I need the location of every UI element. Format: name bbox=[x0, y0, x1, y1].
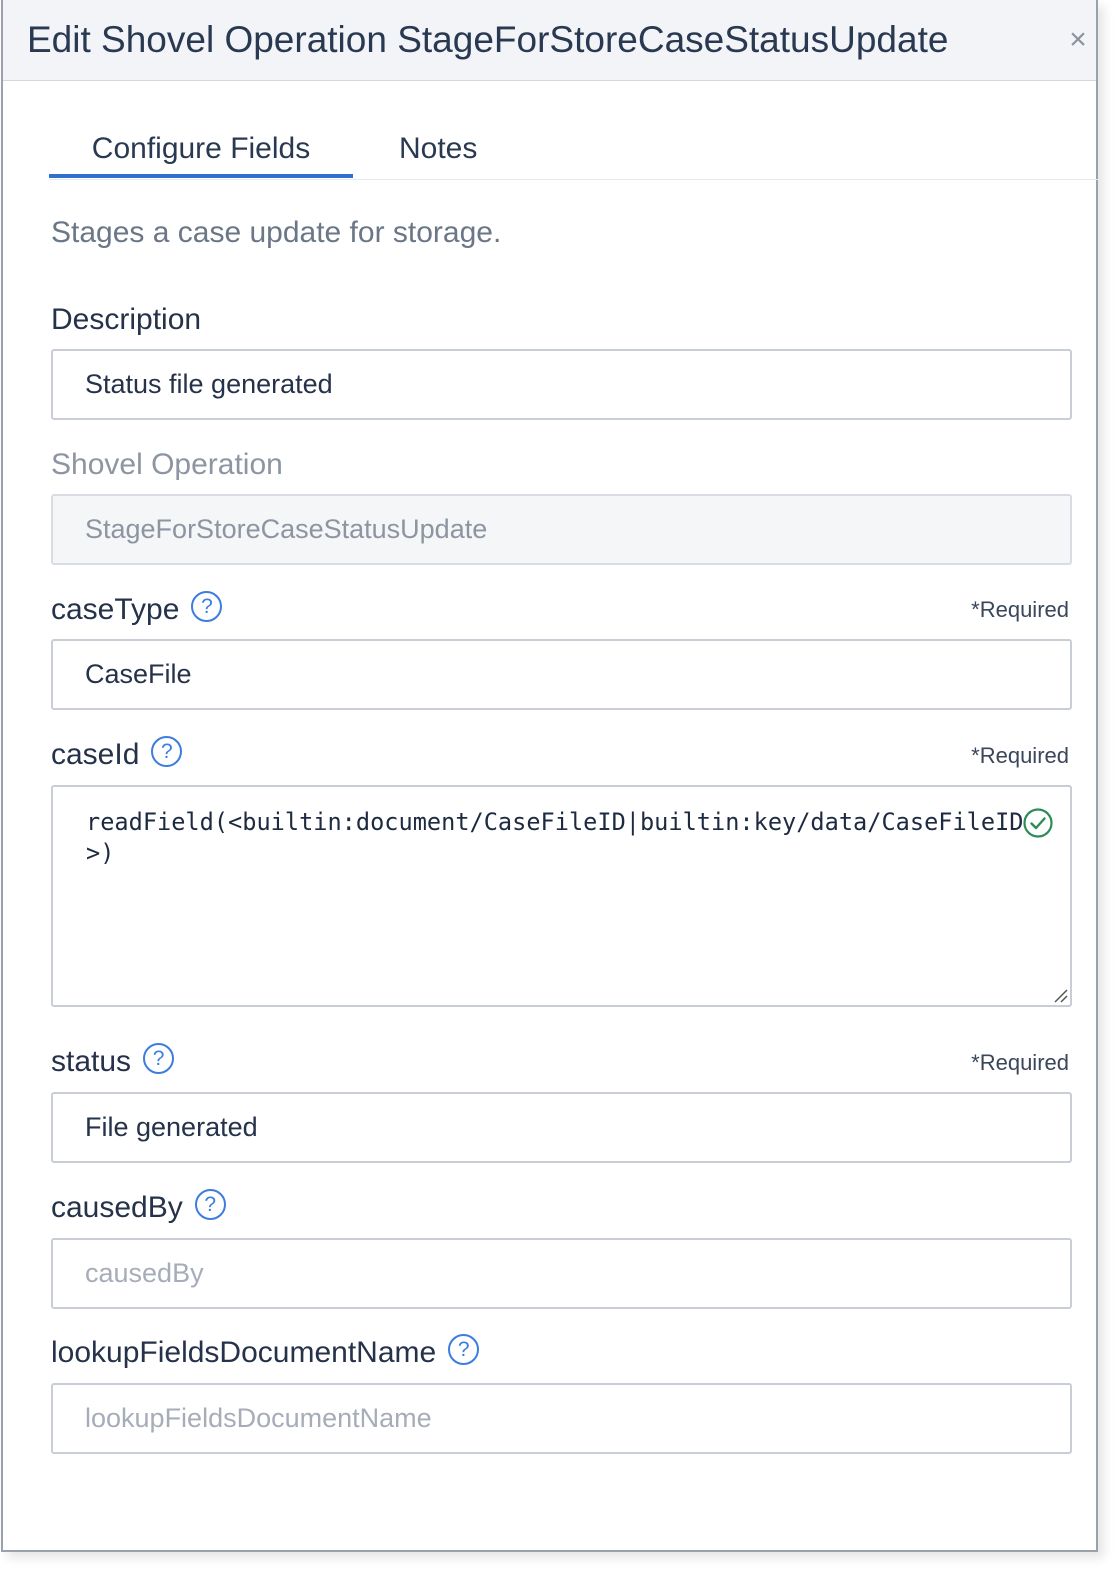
shovel-operation-label: Shovel Operation bbox=[51, 448, 283, 481]
case-type-input[interactable]: CaseFile bbox=[51, 639, 1072, 710]
dialog-header: Edit Shovel Operation StageForStoreCaseS… bbox=[3, 0, 1096, 81]
description-label: Description bbox=[51, 303, 202, 336]
caused-by-label-text: causedBy bbox=[51, 1191, 183, 1224]
operation-description: Stages a case update for storage. bbox=[51, 216, 502, 249]
tab-notes[interactable]: Notes bbox=[399, 130, 477, 168]
caused-by-input[interactable]: causedBy bbox=[51, 1238, 1072, 1309]
help-icon[interactable]: ? bbox=[448, 1334, 480, 1365]
case-id-label-text: caseId bbox=[51, 738, 140, 771]
description-input[interactable]: Status file generated bbox=[51, 349, 1072, 420]
lookup-fields-document-name-input[interactable]: lookupFieldsDocumentName bbox=[51, 1383, 1072, 1454]
case-id-textarea[interactable]: readField(<builtin:document/CaseFileID|b… bbox=[51, 785, 1072, 1007]
lookup-fields-document-name-label-text: lookupFieldsDocumentName bbox=[51, 1336, 437, 1369]
resize-handle-icon[interactable] bbox=[1052, 987, 1068, 1003]
shovel-operation-input: StageForStoreCaseStatusUpdate bbox=[51, 494, 1072, 565]
help-icon[interactable]: ? bbox=[191, 591, 223, 622]
case-id-code[interactable]: readField(<builtin:document/CaseFileID|b… bbox=[86, 807, 1026, 869]
case-type-label: caseType? bbox=[51, 590, 223, 630]
close-icon[interactable]: × bbox=[1065, 25, 1091, 55]
status-required: *Required bbox=[971, 1050, 1069, 1075]
lookup-fields-document-name-label: lookupFieldsDocumentName? bbox=[51, 1333, 480, 1373]
help-icon[interactable]: ? bbox=[151, 736, 183, 767]
status-label: status? bbox=[51, 1042, 175, 1082]
edit-shovel-operation-dialog: Edit Shovel Operation StageForStoreCaseS… bbox=[1, 0, 1098, 1552]
tab-configure-fields[interactable]: Configure Fields bbox=[49, 130, 353, 178]
status-label-text: status bbox=[51, 1045, 132, 1078]
caused-by-label: causedBy? bbox=[51, 1188, 226, 1228]
help-icon[interactable]: ? bbox=[194, 1189, 226, 1220]
case-id-required: *Required bbox=[971, 743, 1069, 768]
check-circle-icon bbox=[1023, 808, 1053, 838]
case-type-required: *Required bbox=[971, 597, 1069, 622]
status-input[interactable]: File generated bbox=[51, 1092, 1072, 1163]
dialog-title: Edit Shovel Operation StageForStoreCaseS… bbox=[27, 19, 949, 60]
help-icon[interactable]: ? bbox=[143, 1043, 175, 1074]
case-type-label-text: caseType bbox=[51, 593, 180, 626]
case-id-label: caseId? bbox=[51, 735, 183, 775]
tab-bar: Configure Fields Notes bbox=[49, 118, 1098, 180]
